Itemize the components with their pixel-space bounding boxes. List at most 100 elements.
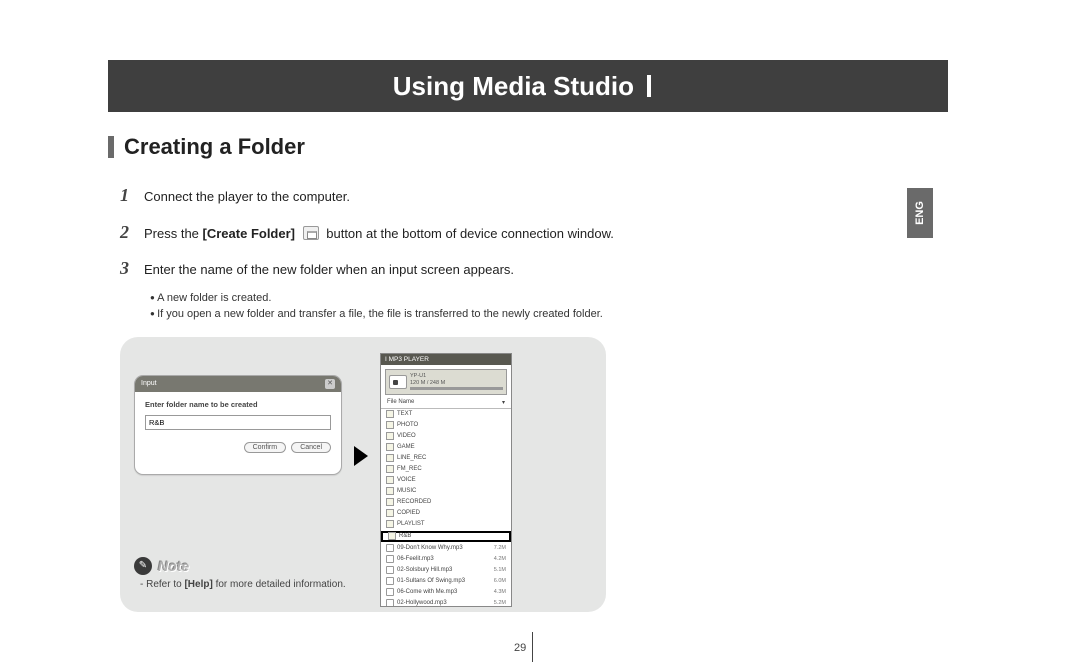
title-bar: Using Media Studio <box>108 60 948 112</box>
file-icon <box>386 566 394 574</box>
folder-icon <box>386 520 394 528</box>
file-size: 5.1M <box>494 567 506 573</box>
dialog-buttons: Confirm Cancel <box>145 442 331 453</box>
file-label: 06-Come with Me.mp3 <box>397 589 457 595</box>
list-item[interactable]: GAME <box>381 442 511 453</box>
note-area: ✎ Note - Refer to [Help] for more detail… <box>134 557 346 590</box>
list-item[interactable]: LINE_REC <box>381 453 511 464</box>
device-info-box: YP-U1 120 M / 248 M <box>385 369 507 395</box>
note-badge: ✎ Note <box>134 557 346 575</box>
list-item[interactable]: 06-Feelit.mp3 4.2M <box>381 554 511 565</box>
step-3-text: Enter the name of the new folder when an… <box>144 259 514 281</box>
arrow-right-icon <box>354 446 368 466</box>
device-model: YP-U1 <box>410 373 503 380</box>
section-title: Creating a Folder <box>124 134 305 160</box>
step-2-pre: Press the <box>144 226 203 241</box>
step-1-number: 1 <box>120 180 136 211</box>
page-rule-icon <box>532 632 533 662</box>
folder-label: GAME <box>397 444 415 450</box>
list-item[interactable]: VOICE <box>381 475 511 486</box>
file-icon <box>386 577 394 585</box>
step-2-post: button at the bottom of device connectio… <box>326 226 614 241</box>
step-3-number: 3 <box>120 253 136 284</box>
mp3-player-icon <box>389 375 407 389</box>
file-size: 4.3M <box>494 589 506 595</box>
file-label: 09-Don't Know Why.mp3 <box>397 545 463 551</box>
close-icon[interactable]: ✕ <box>325 379 335 389</box>
storage-bar-icon <box>410 387 503 390</box>
panel-title: I MP3 PLAYER <box>381 354 511 365</box>
folder-label: LINE_REC <box>397 455 426 461</box>
create-folder-icon <box>303 226 319 240</box>
list-item[interactable]: 06-Come with Me.mp3 4.3M <box>381 587 511 598</box>
list-item[interactable]: 02-Hollywood.mp35.2M <box>381 598 511 606</box>
list-item[interactable]: MUSIC <box>381 486 511 497</box>
file-icon <box>386 588 394 596</box>
list-item[interactable]: 09-Don't Know Why.mp3 7.2M <box>381 543 511 554</box>
dialog-titlebar: Input ✕ <box>135 376 341 392</box>
folder-name-input[interactable] <box>145 415 331 430</box>
folder-label: MUSIC <box>397 488 416 494</box>
step-2-number: 2 <box>120 217 136 248</box>
file-icon <box>386 599 394 606</box>
step-1-text: Connect the player to the computer. <box>144 186 350 208</box>
confirm-button[interactable]: Confirm <box>244 442 287 453</box>
col-filename: File Name <box>387 399 414 406</box>
folder-label: TEXT <box>397 411 412 417</box>
list-item[interactable]: TEXT <box>381 409 511 420</box>
file-label: 02-Solsbury Hill.mp3 <box>397 567 452 573</box>
folder-icon <box>386 498 394 506</box>
device-panel: I MP3 PLAYER YP-U1 120 M / 248 M File Na… <box>380 353 512 607</box>
title-divider-icon <box>647 75 651 97</box>
column-header: File Name ▾ <box>381 397 511 409</box>
folder-label: VIDEO <box>397 433 416 439</box>
folder-icon <box>386 443 394 451</box>
folder-icon <box>386 465 394 473</box>
language-label: ENG <box>914 201 926 225</box>
folder-label: VOICE <box>397 477 416 483</box>
file-icon <box>386 555 394 563</box>
folder-label: RECORDED <box>397 499 431 505</box>
list-item[interactable]: PHOTO <box>381 420 511 431</box>
step-2-bold: [Create Folder] <box>203 226 295 241</box>
input-dialog: Input ✕ Enter folder name to be created … <box>134 375 342 475</box>
bullet-2: If you open a new folder and transfer a … <box>150 306 948 323</box>
list-item[interactable]: COPIED <box>381 508 511 519</box>
list-item[interactable]: PLAYLIST <box>381 519 511 530</box>
file-label: 06-Feelit.mp3 <box>397 556 434 562</box>
bullet-1: A new folder is created. <box>150 290 948 307</box>
list-item-selected[interactable]: R&B <box>381 531 511 542</box>
note-text: - Refer to [Help] for more detailed info… <box>140 579 346 590</box>
list-item[interactable]: RECORDED <box>381 497 511 508</box>
cancel-button[interactable]: Cancel <box>291 442 331 453</box>
dialog-body: Enter folder name to be created Confirm … <box>135 392 341 461</box>
list-item[interactable]: 01-Sultans Of Swing.mp36.0M <box>381 576 511 587</box>
dialog-prompt: Enter folder name to be created <box>145 400 331 409</box>
list-item[interactable]: VIDEO <box>381 431 511 442</box>
steps-list: 1 Connect the player to the computer. 2 … <box>120 180 948 323</box>
folder-label: R&B <box>399 533 411 539</box>
section-bar-icon <box>108 136 114 158</box>
file-label: 02-Hollywood.mp3 <box>397 600 447 606</box>
note-pencil-icon: ✎ <box>134 557 152 575</box>
folder-icon <box>386 421 394 429</box>
folder-icon <box>386 454 394 462</box>
folder-icon <box>388 532 396 540</box>
step-2-text: Press the [Create Folder] button at the … <box>144 223 614 245</box>
file-list: TEXT PHOTO VIDEO GAME LINE_REC FM_REC VO… <box>381 409 511 606</box>
list-item[interactable]: FM_REC <box>381 464 511 475</box>
folder-icon <box>386 410 394 418</box>
folder-label: FM_REC <box>397 466 422 472</box>
language-tab: ENG <box>907 188 933 238</box>
manual-page: Using Media Studio ENG Creating a Folder… <box>108 60 948 612</box>
file-size: 7.2M <box>494 545 506 551</box>
file-size: 4.2M <box>494 556 506 562</box>
step-2: 2 Press the [Create Folder] button at th… <box>120 217 948 248</box>
list-item[interactable]: 02-Solsbury Hill.mp3 5.1M <box>381 565 511 576</box>
folder-label: COPIED <box>397 510 420 516</box>
folder-icon <box>386 509 394 517</box>
file-size: 6.0M <box>494 578 506 584</box>
sub-bullets: A new folder is created. If you open a n… <box>150 290 948 323</box>
folder-icon <box>386 432 394 440</box>
step-3: 3 Enter the name of the new folder when … <box>120 253 948 284</box>
